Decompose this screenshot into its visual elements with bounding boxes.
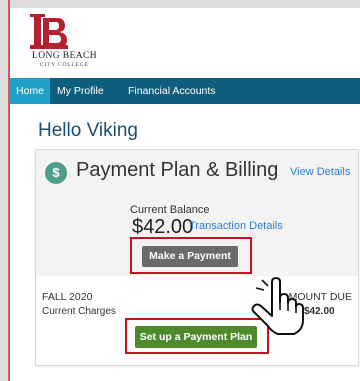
site-header: LONG BEACH CITY COLLEGE: [10, 8, 360, 78]
transaction-details-link[interactable]: Transaction Details: [189, 220, 283, 232]
nav-my-profile[interactable]: My Profile: [57, 78, 104, 104]
card-header: $ Payment Plan & Billing View Details Cu…: [36, 150, 358, 276]
current-balance-label: Current Balance: [130, 204, 210, 216]
main-nav: Home My Profile Financial Accounts: [10, 78, 360, 104]
dollar-icon: $: [45, 162, 67, 184]
current-balance-amount: $42.00: [132, 216, 194, 238]
logo-subtitle: CITY COLLEGE: [40, 62, 89, 68]
pointing-hand-icon: [251, 276, 304, 335]
current-charges-label: Current Charges: [42, 306, 116, 317]
payment-plan-billing-card: $ Payment Plan & Billing View Details Cu…: [35, 149, 359, 366]
window-frame-top: [0, 0, 360, 8]
card-title: Payment Plan & Billing: [76, 159, 279, 181]
nav-home[interactable]: Home: [10, 78, 50, 104]
highlight-box-payment: [130, 237, 252, 274]
logo-wordmark: LONG BEACH: [32, 51, 97, 61]
page-greeting: Hello Viking: [38, 120, 138, 141]
portal-page: LONG BEACH CITY COLLEGE Home My Profile …: [10, 8, 360, 381]
view-details-link[interactable]: View Details: [290, 166, 350, 178]
nav-financial-accounts[interactable]: Financial Accounts: [128, 78, 216, 104]
term-label: FALL 2020: [42, 291, 93, 303]
amount-due-value: $42.00: [304, 306, 335, 317]
window-frame-left: [0, 0, 8, 381]
